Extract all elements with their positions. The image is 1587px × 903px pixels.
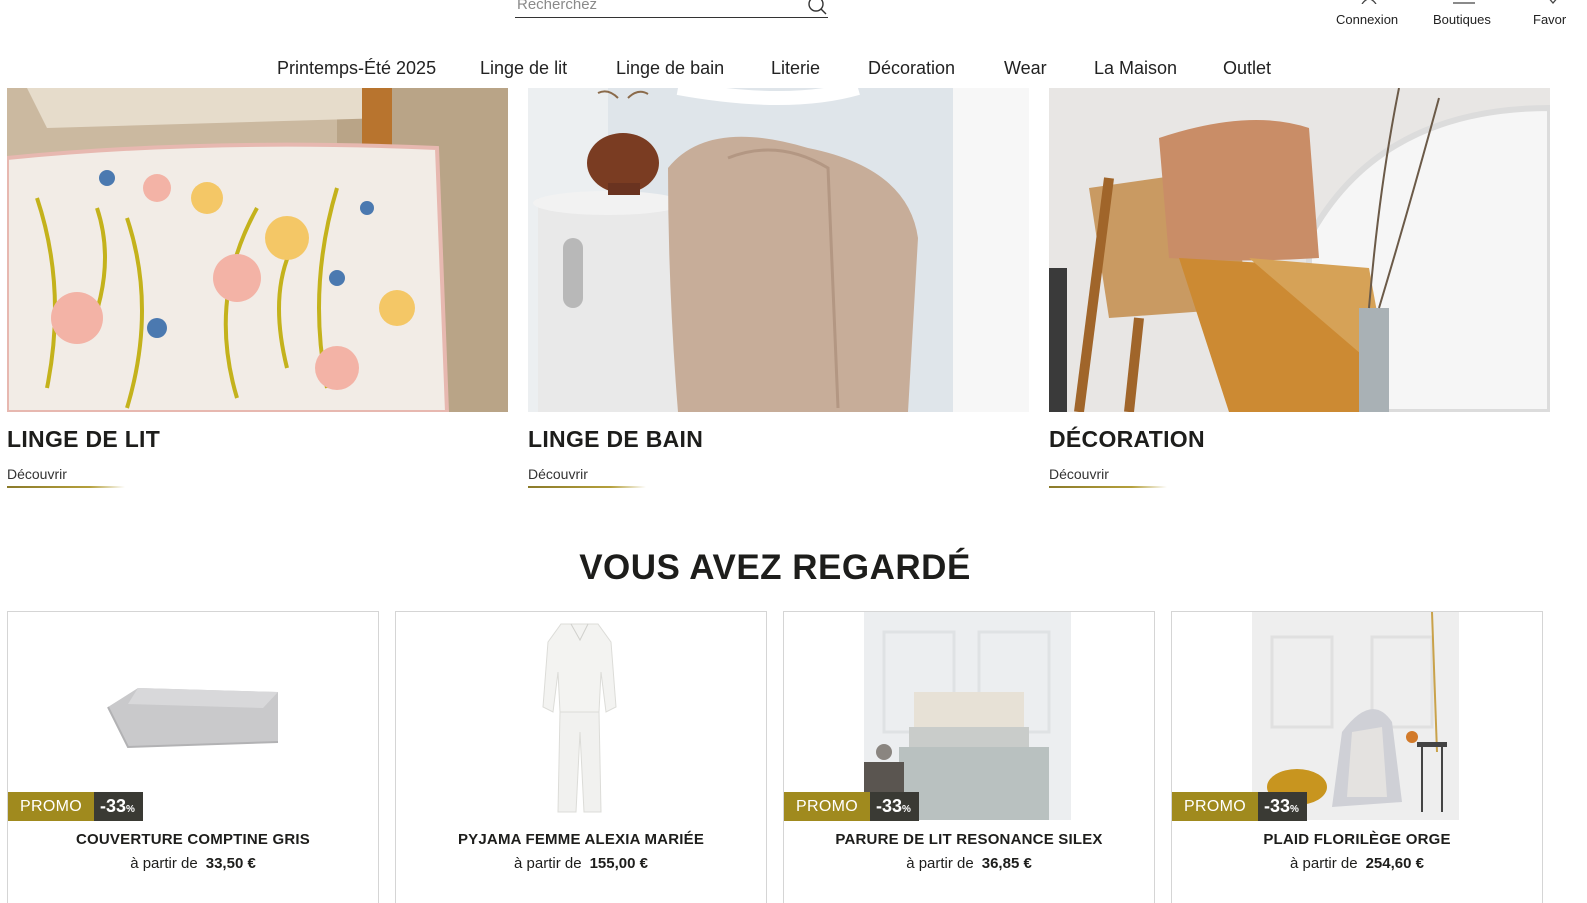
discount-label: -33% — [93, 792, 143, 821]
nav-item-decoration[interactable]: Décoration — [868, 58, 955, 79]
category-title: DÉCORATION — [1049, 426, 1205, 452]
product-card[interactable]: PYJAMA FEMME ALEXIA MARIÉE à partir de 15… — [395, 611, 767, 903]
connexion-label: Connexion — [1336, 12, 1399, 27]
discount-label: -33% — [1257, 792, 1307, 821]
category-card-decoration[interactable]: DÉCORATION Découvrir — [1049, 88, 1550, 488]
nav-item-outlet[interactable]: Outlet — [1223, 58, 1271, 79]
nav-item-wear[interactable]: Wear — [1004, 58, 1047, 79]
nav-item-printemps-ete[interactable]: Printemps-Été 2025 — [277, 58, 436, 79]
product-name[interactable]: PYJAMA FEMME ALEXIA MARIÉE — [396, 831, 766, 848]
discount-label: -33% — [869, 792, 919, 821]
floral-pillow-illustration — [7, 88, 508, 412]
product-card[interactable]: PROMO -33% COUVERTURE COMPTINE GRIS à pa… — [7, 611, 379, 903]
product-price: à partir de 254,60 € — [1290, 855, 1424, 872]
product-name[interactable]: PARURE DE LIT RESONANCE SILEX — [784, 831, 1154, 848]
main-nav: Printemps-Été 2025 Linge de lit Linge de… — [0, 58, 1587, 80]
product-card[interactable]: PROMO -33% PLAID FLORILÈGE ORGE à partir… — [1171, 611, 1543, 903]
chair-cushion-illustration — [1049, 88, 1550, 412]
product-name[interactable]: COUVERTURE COMPTINE GRIS — [8, 831, 378, 848]
product-image[interactable] — [864, 612, 1071, 820]
promo-badge: PROMO -33% — [784, 792, 919, 821]
nav-item-linge-de-bain[interactable]: Linge de bain — [616, 58, 724, 79]
discover-link[interactable]: Découvrir — [528, 466, 588, 482]
store-icon — [1453, 2, 1475, 4]
promo-label: PROMO — [784, 792, 870, 821]
favoris-label: Favor — [1533, 12, 1567, 27]
category-image-linge-de-lit[interactable] — [7, 88, 508, 412]
product-name[interactable]: PLAID FLORILÈGE ORGE — [1172, 831, 1542, 848]
search-input[interactable] — [517, 0, 797, 13]
category-card-linge-de-lit[interactable]: LINGE DE LIT Découvrir — [7, 88, 508, 488]
link-underline — [1049, 486, 1167, 488]
product-price: à partir de 33,50 € — [130, 855, 256, 872]
link-underline — [7, 486, 125, 488]
search-icon[interactable] — [806, 0, 828, 16]
discover-link[interactable]: Découvrir — [7, 466, 67, 482]
blanket-illustration — [88, 612, 295, 820]
product-card[interactable]: PROMO -33% PARURE DE LIT RESONANCE SILEX… — [783, 611, 1155, 903]
promo-label: PROMO — [8, 792, 94, 821]
category-title: LINGE DE LIT — [7, 426, 161, 452]
nav-item-la-maison[interactable]: La Maison — [1094, 58, 1177, 79]
product-image[interactable] — [88, 612, 295, 820]
user-icon — [1361, 0, 1377, 4]
search-bar — [515, 0, 828, 18]
heart-icon — [1549, 0, 1557, 4]
category-card-linge-de-bain[interactable]: LINGE DE BAIN Découvrir — [528, 88, 1029, 488]
product-price: à partir de 36,85 € — [906, 855, 1032, 872]
promo-badge: PROMO -33% — [8, 792, 143, 821]
product-image[interactable] — [1252, 612, 1459, 820]
plaid-armchair-illustration — [1252, 612, 1459, 820]
recently-viewed-title: VOUS AVEZ REGARDÉ — [579, 548, 971, 587]
pyjama-illustration — [476, 612, 683, 820]
towel-on-stool-illustration — [528, 88, 1029, 412]
nav-item-literie[interactable]: Literie — [771, 58, 820, 79]
discover-link[interactable]: Découvrir — [1049, 466, 1109, 482]
category-image-linge-de-bain[interactable] — [528, 88, 1029, 412]
link-underline — [528, 486, 646, 488]
promo-badge: PROMO -33% — [1172, 792, 1307, 821]
promo-label: PROMO — [1172, 792, 1258, 821]
nav-item-linge-de-lit[interactable]: Linge de lit — [480, 58, 567, 79]
category-title: LINGE DE BAIN — [528, 426, 704, 452]
boutiques-label: Boutiques — [1433, 12, 1491, 27]
product-image[interactable] — [476, 612, 683, 820]
category-image-decoration[interactable] — [1049, 88, 1550, 412]
bed-set-illustration — [864, 612, 1071, 820]
product-price: à partir de 155,00 € — [514, 855, 648, 872]
